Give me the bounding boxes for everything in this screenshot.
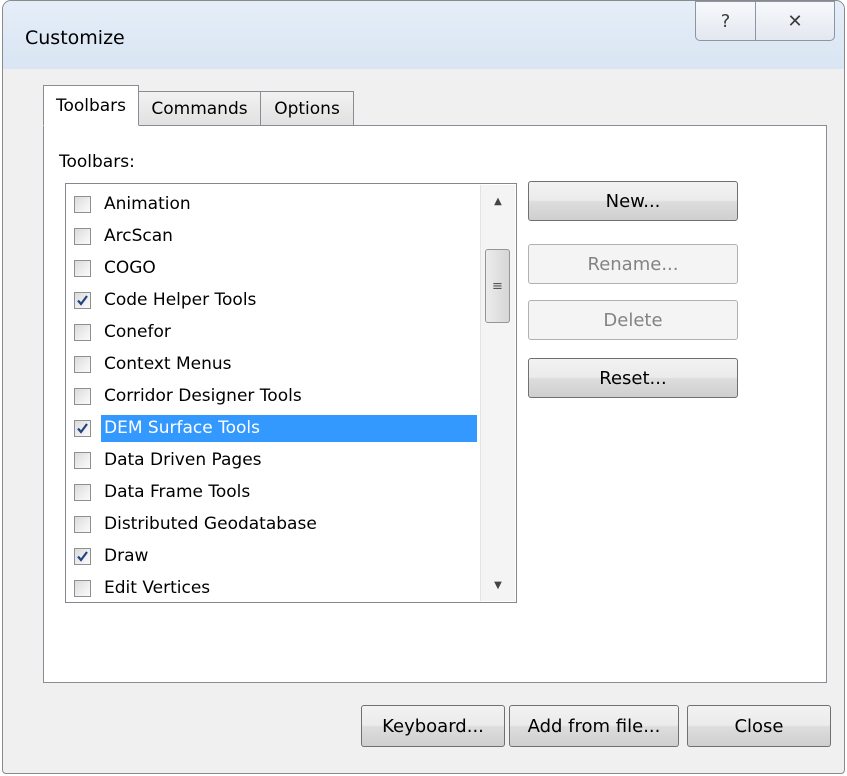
vertical-scrollbar[interactable]: ▲ ≡ ▼	[480, 185, 515, 601]
checkmark-icon	[77, 294, 88, 306]
toolbar-checkbox[interactable]	[74, 387, 91, 405]
toolbar-list-item[interactable]: DEM Surface Tools	[69, 412, 477, 444]
toolbar-checkbox[interactable]	[74, 547, 91, 565]
toolbars-listbox[interactable]: Animation ArcScan COGO Code Helper Tools Con…	[65, 183, 517, 603]
help-button[interactable]: ?	[695, 1, 756, 41]
checkmark-icon	[77, 422, 88, 434]
scroll-thumb[interactable]: ≡	[485, 249, 510, 323]
toolbar-label: DEM Surface Tools	[101, 414, 477, 442]
scroll-down-icon[interactable]: ▼	[481, 569, 515, 601]
toolbar-checkbox[interactable]	[74, 451, 91, 469]
add-from-file-button[interactable]: Add from file...	[509, 705, 679, 747]
dialog-title: Customize	[25, 27, 125, 49]
toolbars-list-label: Toolbars:	[59, 152, 135, 172]
toolbar-label: COGO	[104, 258, 156, 278]
tab-label: Commands	[151, 98, 248, 119]
toolbar-label: Distributed Geodatabase	[104, 514, 317, 534]
title-close-button[interactable]: ✕	[755, 1, 835, 41]
toolbar-list-item[interactable]: Edit Vertices	[69, 572, 477, 602]
toolbar-checkbox[interactable]	[74, 227, 91, 245]
toolbar-list-item[interactable]: Context Menus	[69, 348, 477, 380]
title-bar[interactable]: Customize ? ✕	[3, 1, 844, 69]
delete-button[interactable]: Delete	[528, 300, 738, 340]
toolbar-list-item[interactable]: Distributed Geodatabase	[69, 508, 477, 540]
toolbar-list-item[interactable]: Code Helper Tools	[69, 284, 477, 316]
scroll-up-icon[interactable]: ▲	[481, 185, 515, 217]
customize-dialog: Customize ? ✕ Toolbars Commands Options …	[2, 0, 845, 774]
reset-button[interactable]: Reset...	[528, 358, 738, 398]
toolbar-label: Draw	[104, 546, 149, 566]
toolbar-checkbox[interactable]	[74, 483, 91, 501]
tab-commands[interactable]: Commands	[138, 91, 261, 125]
toolbar-list-item[interactable]: Animation	[69, 188, 477, 220]
help-icon: ?	[720, 10, 731, 32]
toolbar-label: Corridor Designer Tools	[104, 386, 302, 406]
close-button[interactable]: Close	[687, 705, 831, 747]
tab-toolbars[interactable]: Toolbars	[43, 85, 139, 126]
toolbars-panel: Toolbars: Animation ArcScan COGO Code Helpe…	[43, 125, 827, 683]
toolbar-list-item[interactable]: Corridor Designer Tools	[69, 380, 477, 412]
toolbar-checkbox[interactable]	[74, 195, 91, 213]
toolbar-checkbox[interactable]	[74, 259, 91, 277]
tab-options[interactable]: Options	[260, 91, 354, 125]
toolbar-list-item[interactable]: Conefor	[69, 316, 477, 348]
toolbar-list-item[interactable]: Data Driven Pages	[69, 444, 477, 476]
dialog-body: Toolbars Commands Options Toolbars: Anim…	[13, 69, 835, 761]
toolbar-label: Edit Vertices	[104, 578, 211, 598]
toolbar-label: ArcScan	[104, 226, 173, 246]
checkmark-icon	[77, 550, 88, 562]
keyboard-button[interactable]: Keyboard...	[361, 705, 505, 747]
toolbar-label: Animation	[104, 194, 191, 214]
tab-label: Options	[274, 98, 340, 119]
toolbar-label: Data Frame Tools	[104, 482, 251, 502]
tab-label: Toolbars	[55, 95, 127, 116]
toolbar-list-item[interactable]: COGO	[69, 252, 477, 284]
new-button[interactable]: New...	[528, 181, 738, 221]
close-icon: ✕	[787, 10, 803, 32]
toolbar-label: Context Menus	[104, 354, 232, 374]
toolbar-label: Data Driven Pages	[104, 450, 262, 470]
toolbar-label: Conefor	[104, 322, 171, 342]
toolbar-checkbox[interactable]	[74, 355, 91, 373]
toolbar-checkbox[interactable]	[74, 419, 91, 437]
toolbar-checkbox[interactable]	[74, 515, 91, 533]
toolbar-list-item[interactable]: ArcScan	[69, 220, 477, 252]
toolbar-list-item[interactable]: Draw	[69, 540, 477, 572]
toolbar-list-item[interactable]: Data Frame Tools	[69, 476, 477, 508]
toolbar-checkbox[interactable]	[74, 323, 91, 341]
rename-button[interactable]: Rename...	[528, 244, 738, 284]
toolbar-checkbox[interactable]	[74, 291, 91, 309]
toolbar-label: Code Helper Tools	[104, 290, 257, 310]
toolbar-checkbox[interactable]	[74, 579, 91, 597]
